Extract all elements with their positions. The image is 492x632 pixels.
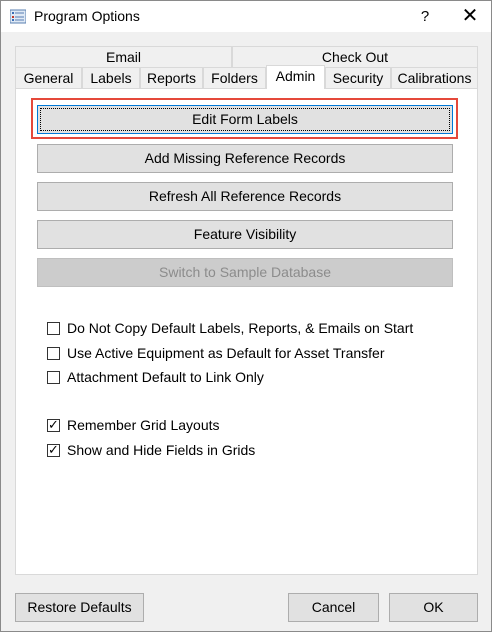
app-options-icon [10, 9, 26, 24]
title-bar: Program Options ? ✕ [1, 1, 491, 32]
tab-label: Labels [90, 70, 132, 86]
tab-label: Email [105, 49, 141, 65]
add-missing-reference-records-button[interactable]: Add Missing Reference Records [37, 144, 453, 173]
edit-form-labels-button[interactable]: Edit Form Labels [37, 105, 453, 134]
tab-label: Folders [211, 70, 258, 86]
program-options-dialog: Program Options ? ✕ Email Check Out Gene… [0, 0, 492, 632]
checkbox-box[interactable] [47, 346, 60, 360]
checkbox-attachment-link-only[interactable]: Attachment Default to Link Only [47, 367, 264, 387]
tab-security[interactable]: Security [325, 67, 391, 88]
ok-button[interactable]: OK [389, 593, 478, 622]
tab-folders[interactable]: Folders [203, 67, 266, 88]
restore-defaults-button[interactable]: Restore Defaults [15, 593, 144, 622]
tab-label: Reports [146, 70, 197, 86]
refresh-all-reference-records-button[interactable]: Refresh All Reference Records [37, 182, 453, 211]
checkbox-label: Remember Grid Layouts [67, 417, 220, 433]
tab-calibrations[interactable]: Calibrations [391, 67, 478, 88]
checkbox-box[interactable] [47, 321, 60, 335]
checkbox-box[interactable]: ✓ [47, 441, 60, 457]
window-title: Program Options [34, 8, 140, 24]
help-button[interactable]: ? [405, 1, 445, 32]
checkbox-show-hide-fields[interactable]: ✓ Show and Hide Fields in Grids [47, 440, 255, 460]
tab-labels[interactable]: Labels [82, 67, 140, 88]
checkbox-label: Use Active Equipment as Default for Asse… [67, 345, 385, 361]
focus-indicator [40, 108, 450, 131]
tab-reports[interactable]: Reports [140, 67, 203, 88]
tab-label: Calibrations [397, 70, 472, 86]
close-button[interactable]: ✕ [449, 1, 491, 32]
tab-check-out[interactable]: Check Out [232, 46, 478, 67]
checkbox-label: Show and Hide Fields in Grids [67, 442, 256, 458]
tab-label: General [23, 70, 74, 86]
checkbox-box[interactable] [47, 370, 60, 384]
check-mark-icon: ✓ [48, 416, 59, 432]
checkbox-active-equipment-default[interactable]: Use Active Equipment as Default for Asse… [47, 343, 384, 363]
tab-label: Security [332, 70, 384, 86]
checkbox-box[interactable]: ✓ [47, 416, 60, 432]
checkbox-label: Do Not Copy Default Labels, Reports, & E… [67, 320, 414, 336]
tab-general[interactable]: General [15, 67, 82, 88]
checkbox-label: Attachment Default to Link Only [67, 369, 264, 385]
checkbox-do-not-copy-defaults[interactable]: Do Not Copy Default Labels, Reports, & E… [47, 318, 413, 338]
checkbox-remember-grid-layouts[interactable]: ✓ Remember Grid Layouts [47, 415, 220, 435]
tab-label: Admin [275, 68, 316, 84]
cancel-button[interactable]: Cancel [288, 593, 379, 622]
tab-email[interactable]: Email [15, 46, 232, 67]
switch-to-sample-database-button: Switch to Sample Database [37, 258, 453, 287]
feature-visibility-button[interactable]: Feature Visibility [37, 220, 453, 249]
tab-label: Check Out [321, 49, 389, 65]
tab-admin[interactable]: Admin [266, 65, 325, 89]
check-mark-icon: ✓ [48, 441, 59, 457]
